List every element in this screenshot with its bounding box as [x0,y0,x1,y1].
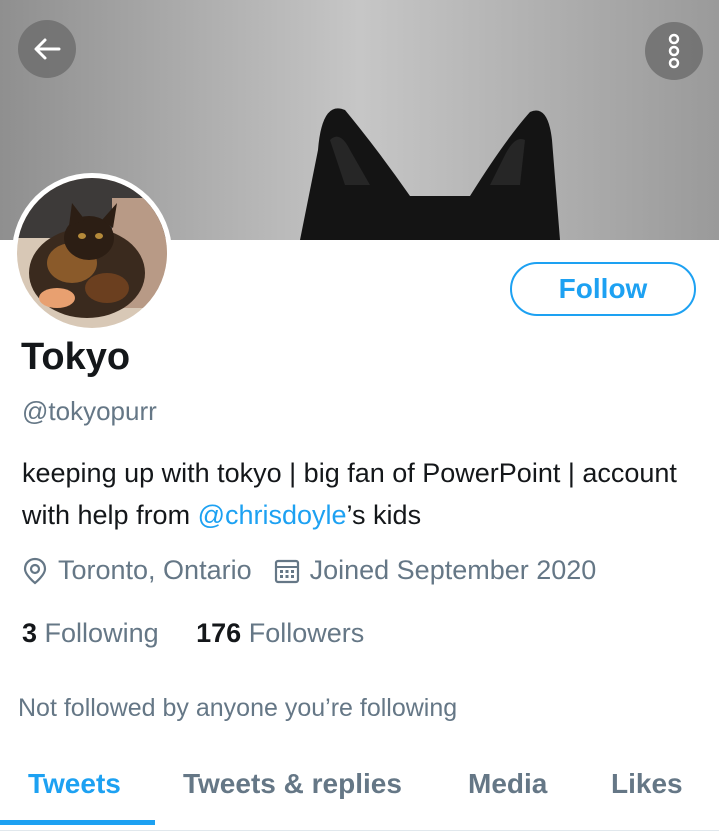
profile-tabs: Tweets Tweets & replies Media Likes [0,752,719,831]
tab-tweets[interactable]: Tweets [28,768,121,800]
profile-avatar[interactable] [17,178,167,328]
tab-tweets-replies[interactable]: Tweets & replies [183,768,402,800]
bio-text-2: ’s kids [346,500,422,530]
arrow-left-icon [34,38,61,60]
back-button[interactable] [18,20,76,78]
bio-mention-link[interactable]: @chrisdoyle [198,500,347,530]
not-followed-notice: Not followed by anyone you’re following [18,694,458,722]
follow-button[interactable]: Follow [510,262,696,316]
following-count-link[interactable]: 3 Following [22,618,159,648]
profile-name: Tokyo [21,336,131,378]
following-label: Following [44,618,159,648]
profile-handle: @tokyopurr [22,396,157,426]
profile-location: Toronto, Ontario [58,555,252,585]
calendar-icon [274,558,300,584]
followers-label: Followers [248,618,365,648]
location-pin-icon [22,557,48,585]
more-options-button[interactable] [645,22,703,80]
tab-media[interactable]: Media [468,768,547,800]
active-tab-indicator [0,820,155,825]
follow-counts: 3 Following 176 Followers [22,618,364,649]
tab-likes[interactable]: Likes [611,768,683,800]
followers-count-link[interactable]: 176 Followers [196,618,364,648]
avatar-image [17,178,167,328]
more-vertical-icon [668,33,680,69]
profile-meta: Toronto, Ontario Joined September 2020 [22,555,596,586]
profile-joined-date: Joined September 2020 [309,555,597,585]
followers-count: 176 [196,618,242,648]
following-count: 3 [22,618,38,648]
profile-bio: keeping up with tokyo | big fan of Power… [22,452,702,536]
